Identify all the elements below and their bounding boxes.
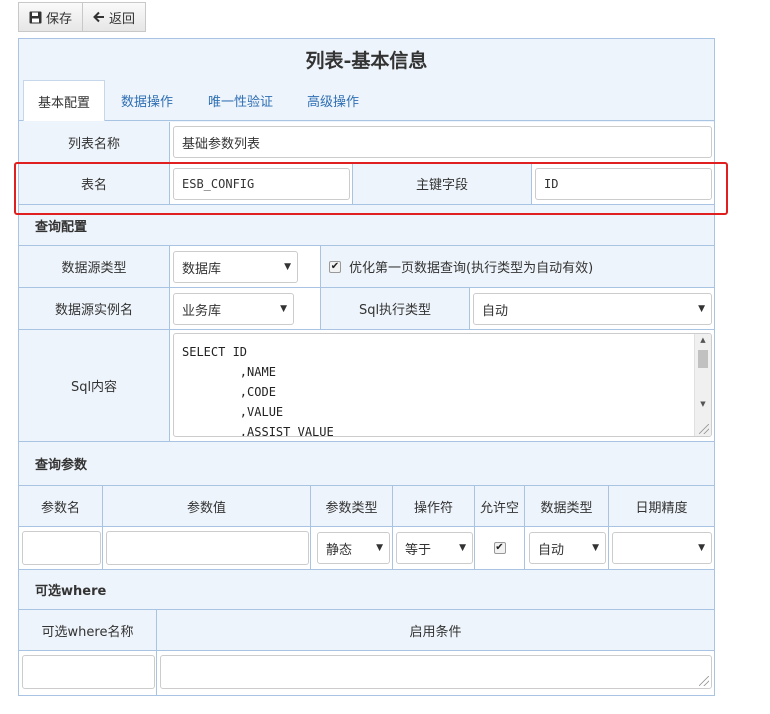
optimize-label: 优化第一页数据查询(执行类型为自动有效) [349,261,594,276]
sql-content-textarea[interactable]: SELECT ID ,NAME ,CODE ,VALUE ,ASSIST_VAL… [173,333,712,437]
dropdown-arrow-icon: ▼ [284,262,291,272]
param-value-input[interactable] [106,531,309,565]
arrow-left-icon [93,11,105,23]
scroll-down-icon[interactable]: ▼ [695,400,711,414]
params-input-row: 静态 ▼ 等于 ▼ ✔ 自动 ▼ ▼ [19,527,714,570]
sql-content-label: Sql内容 [19,330,170,441]
allow-null-cell: ✔ [475,527,525,569]
dropdown-arrow-icon: ▼ [376,543,383,553]
back-label: 返回 [109,11,136,27]
sql-exec-type-label: Sql执行类型 [320,288,470,329]
col-param-name: 参数名 [19,486,103,526]
operator-value: 等于 [405,542,432,558]
list-name-label: 列表名称 [19,122,170,162]
datasource-instance-label: 数据源实例名 [19,288,170,329]
tab-uniqueness-validation[interactable]: 唯一性验证 [208,80,273,120]
tab-bar: 基本配置 数据操作 唯一性验证 高级操作 [19,80,714,121]
datasource-instance-value: 业务库 [182,303,222,319]
sql-exec-type-value: 自动 [482,303,509,319]
params-header-row: 参数名 参数值 参数类型 操作符 允许空 数据类型 日期精度 [19,486,714,527]
enable-condition-textarea[interactable] [160,655,712,689]
optimize-checkbox[interactable]: ✔ [329,260,341,273]
operator-select[interactable]: 等于 ▼ [396,532,473,564]
highlight-box [14,162,728,215]
sql-content-text: SELECT ID ,NAME ,CODE ,VALUE ,ASSIST_VAL… [182,345,334,437]
col-date-precision: 日期精度 [609,486,714,526]
list-name-row: 列表名称 基础参数列表 [19,122,714,163]
datasource-instance-row: 数据源实例名 业务库 ▼ Sql执行类型 自动 ▼ [19,288,714,330]
col-param-value: 参数值 [103,486,311,526]
dropdown-arrow-icon: ▼ [592,543,599,553]
floppy-disk-icon [29,11,42,24]
col-operator: 操作符 [393,486,475,526]
dropdown-arrow-icon: ▼ [698,304,705,314]
data-type-select[interactable]: 自动 ▼ [529,532,606,564]
sql-content-row: Sql内容 SELECT ID ,NAME ,CODE ,VALUE ,ASSI… [19,330,714,442]
datasource-type-value: 数据库 [182,261,222,277]
col-allow-null: 允许空 [475,486,525,526]
scrollbar-thumb[interactable] [698,350,708,368]
col-data-type: 数据类型 [525,486,609,526]
dropdown-arrow-icon: ▼ [698,543,705,553]
scrollbar[interactable]: ▲ ▼ [694,334,711,436]
sql-exec-type-select[interactable]: 自动 ▼ [473,293,712,325]
datasource-type-row: 数据源类型 数据库 ▼ ✔ 优化第一页数据查询(执行类型为自动有效) [19,246,714,288]
data-type-value: 自动 [538,542,565,558]
param-type-select[interactable]: 静态 ▼ [317,532,390,564]
scroll-up-icon[interactable]: ▲ [695,336,711,350]
allow-null-checkbox[interactable]: ✔ [493,542,506,554]
datasource-type-select[interactable]: 数据库 ▼ [173,251,298,283]
tab-data-operations[interactable]: 数据操作 [121,80,173,120]
list-name-input[interactable]: 基础参数列表 [173,126,712,158]
optional-where-section: 可选where [19,570,714,610]
save-label: 保存 [46,11,73,27]
datasource-instance-select[interactable]: 业务库 ▼ [173,293,294,325]
optional-where-name-input[interactable] [22,655,155,689]
back-button[interactable]: 返回 [83,2,147,32]
optional-where-header-row: 可选where名称 启用条件 [19,610,714,651]
col-optional-where-name: 可选where名称 [19,610,157,650]
param-type-value: 静态 [326,542,353,558]
toolbar: 保存 返回 [18,2,147,34]
resize-grip-icon[interactable] [699,424,709,434]
list-info-panel: 列表-基本信息 基本配置 数据操作 唯一性验证 高级操作 列表名称 基础参数列表… [18,38,715,696]
resize-grip-icon[interactable] [699,676,709,686]
datasource-type-label: 数据源类型 [19,246,170,287]
col-param-type: 参数类型 [311,486,393,526]
dropdown-arrow-icon: ▼ [280,304,287,314]
query-params-section: 查询参数 [19,442,714,486]
save-button[interactable]: 保存 [18,2,84,32]
page-title: 列表-基本信息 [19,39,714,81]
param-name-input[interactable] [22,531,101,565]
date-precision-select[interactable]: ▼ [612,532,712,564]
col-enable-condition: 启用条件 [157,610,714,650]
optimize-first-page-option: ✔ 优化第一页数据查询(执行类型为自动有效) [320,246,714,287]
optional-where-input-row [19,651,714,695]
tab-advanced-operations[interactable]: 高级操作 [307,80,359,120]
tab-basic-config[interactable]: 基本配置 [23,80,106,121]
dropdown-arrow-icon: ▼ [459,543,466,553]
